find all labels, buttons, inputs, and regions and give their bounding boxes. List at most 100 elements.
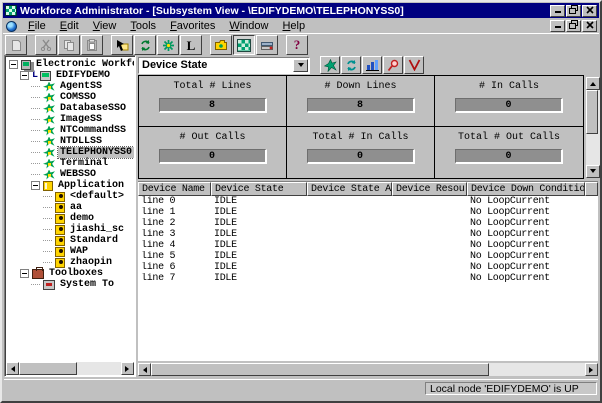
table-row-line6[interactable]: line 6IDLENo LoopCurrent [138,262,598,273]
left-arrow-icon [140,367,147,373]
table-row-line0[interactable]: line 0IDLENo LoopCurrent [138,196,598,207]
copy-button[interactable] [58,35,80,55]
subsystem-icon [43,170,55,180]
tree-item-websso[interactable]: WEBSSO [6,169,134,180]
subsystem-view-button[interactable] [233,35,255,55]
tree-item-system-toolbox[interactable]: System To [6,279,134,290]
table-row-line2[interactable]: line 2IDLENo LoopCurrent [138,218,598,229]
connection-button[interactable] [256,35,278,55]
tree-item-imagess[interactable]: ImageSS [6,114,134,125]
view-selector-dropdown[interactable]: Device State [138,57,310,74]
menu-tools[interactable]: Tools [123,19,163,33]
tree-item-edifydemo[interactable]: L EDIFYDEMO [6,70,134,81]
tree-item-telephonyss0-selected[interactable]: TELEPHONYSS0 [6,147,134,158]
tree-item-comsso[interactable]: COMSSO [6,92,134,103]
subsystem-icon [43,93,55,103]
collapse-expander[interactable] [31,181,40,190]
minimize-button[interactable] [550,5,565,17]
scroll-up-button[interactable] [586,77,600,90]
collapse-expander[interactable] [9,60,18,69]
table-row-line3[interactable]: line 3IDLENo LoopCurrent [138,229,598,240]
inspect-button[interactable] [383,56,403,74]
node-status-field: Local node 'EDIFYDEMO' is UP [425,382,597,395]
tree-item-terminal[interactable]: Terminal [6,158,134,169]
application-icon [55,192,65,202]
scroll-right-button[interactable] [121,362,134,375]
view-refresh-button[interactable] [341,56,361,74]
tree-item-electronic-workforce[interactable]: Electronic Workfor [6,59,134,70]
collapse-expander[interactable] [20,71,29,80]
column-header-device-state-a[interactable]: Device State A... [307,182,392,196]
paste-button[interactable] [81,35,103,55]
close-button[interactable] [582,5,597,17]
tree-item-demo[interactable]: demo [6,213,134,224]
subsystem-icon [43,104,55,114]
chart-view-button[interactable] [362,56,382,74]
subsystem-tree: Electronic Workfor L EDIFYDEMO AgentSS C… [6,57,134,362]
scroll-down-button[interactable] [586,165,600,178]
column-header-overflow[interactable] [585,182,598,196]
chart-icon [366,59,379,71]
scroll-right-button[interactable] [585,363,598,376]
table-row-line5[interactable]: line 5IDLENo LoopCurrent [138,251,598,262]
tree-item-application[interactable]: Application [6,180,134,191]
tree-item-aa[interactable]: aa [6,202,134,213]
stat-cell-out-calls: # Out Calls 0 [139,127,287,178]
application-folder-icon [43,181,53,191]
l-view-button[interactable]: L [180,35,202,55]
stat-value-display: 8 [159,98,267,113]
folder-button[interactable] [210,35,232,55]
column-header-device-down-condition[interactable]: Device Down Condition [467,182,585,196]
table-row-line4[interactable]: line 4IDLENo LoopCurrent [138,240,598,251]
scroll-left-button[interactable] [6,362,19,375]
validate-button[interactable] [404,56,424,74]
scroll-thumb[interactable] [586,90,598,134]
column-header-device-state[interactable]: Device State [211,182,307,196]
mdi-close-button[interactable] [582,20,597,32]
subsystem-icon [43,159,55,169]
menu-window[interactable]: Window [222,19,275,33]
column-header-device-name[interactable]: Device Name [138,182,211,196]
main-toolbar: L ? [3,33,599,56]
table-row-line1[interactable]: line 1IDLENo LoopCurrent [138,207,598,218]
menu-help[interactable]: Help [275,19,312,33]
cut-button[interactable] [35,35,57,55]
menu-file[interactable]: File [21,19,53,33]
scroll-left-button[interactable] [138,363,151,376]
column-header-device-resou[interactable]: Device Resou... [392,182,467,196]
tree-item-default[interactable]: <default> [6,191,134,202]
menu-edit[interactable]: Edit [53,19,86,33]
tree-item-ntcommandss[interactable]: NTCommandSS [6,125,134,136]
table-row-line7[interactable]: line 7IDLENo LoopCurrent [138,273,598,284]
tree-item-toolboxes[interactable]: Toolboxes [6,268,134,279]
copy-icon [63,39,75,51]
scroll-thumb[interactable] [151,363,489,376]
menu-favorites[interactable]: Favorites [163,19,222,33]
tree-item-databasesso[interactable]: DatabaseSSO [6,103,134,114]
tree-item-jiashi[interactable]: jiashi_sc [6,224,134,235]
tree-item-standard[interactable]: Standard [6,235,134,246]
refresh-button[interactable] [134,35,156,55]
menu-view[interactable]: View [86,19,124,33]
collapse-expander[interactable] [20,269,29,278]
tree-item-wap[interactable]: WAP [6,246,134,257]
tree-item-zhaopin[interactable]: zhaopin [6,257,134,268]
mdi-minimize-button[interactable] [550,20,565,32]
help-button[interactable]: ? [286,35,308,55]
new-button[interactable] [5,35,27,55]
snapin-button[interactable] [157,35,179,55]
inspect-icon [387,59,400,72]
restore-button[interactable] [566,5,581,17]
menu-bar: File Edit View Tools Favorites Window He… [3,19,599,33]
view-selector-value: Device State [139,59,293,71]
dropdown-arrow-button[interactable] [293,59,308,72]
tree-item-ntdllss[interactable]: NTDLLSS [6,136,134,147]
scroll-thumb[interactable] [19,362,77,375]
subsystem-view-icon-button[interactable] [320,56,340,74]
mdi-minimize-icon [555,26,561,28]
tree-item-agentss[interactable]: AgentSS [6,81,134,92]
pointer-button[interactable] [111,35,133,55]
view-control-bar: Device State [138,55,598,75]
table-horizontal-scrollbar [138,363,598,376]
mdi-restore-button[interactable] [566,20,581,32]
